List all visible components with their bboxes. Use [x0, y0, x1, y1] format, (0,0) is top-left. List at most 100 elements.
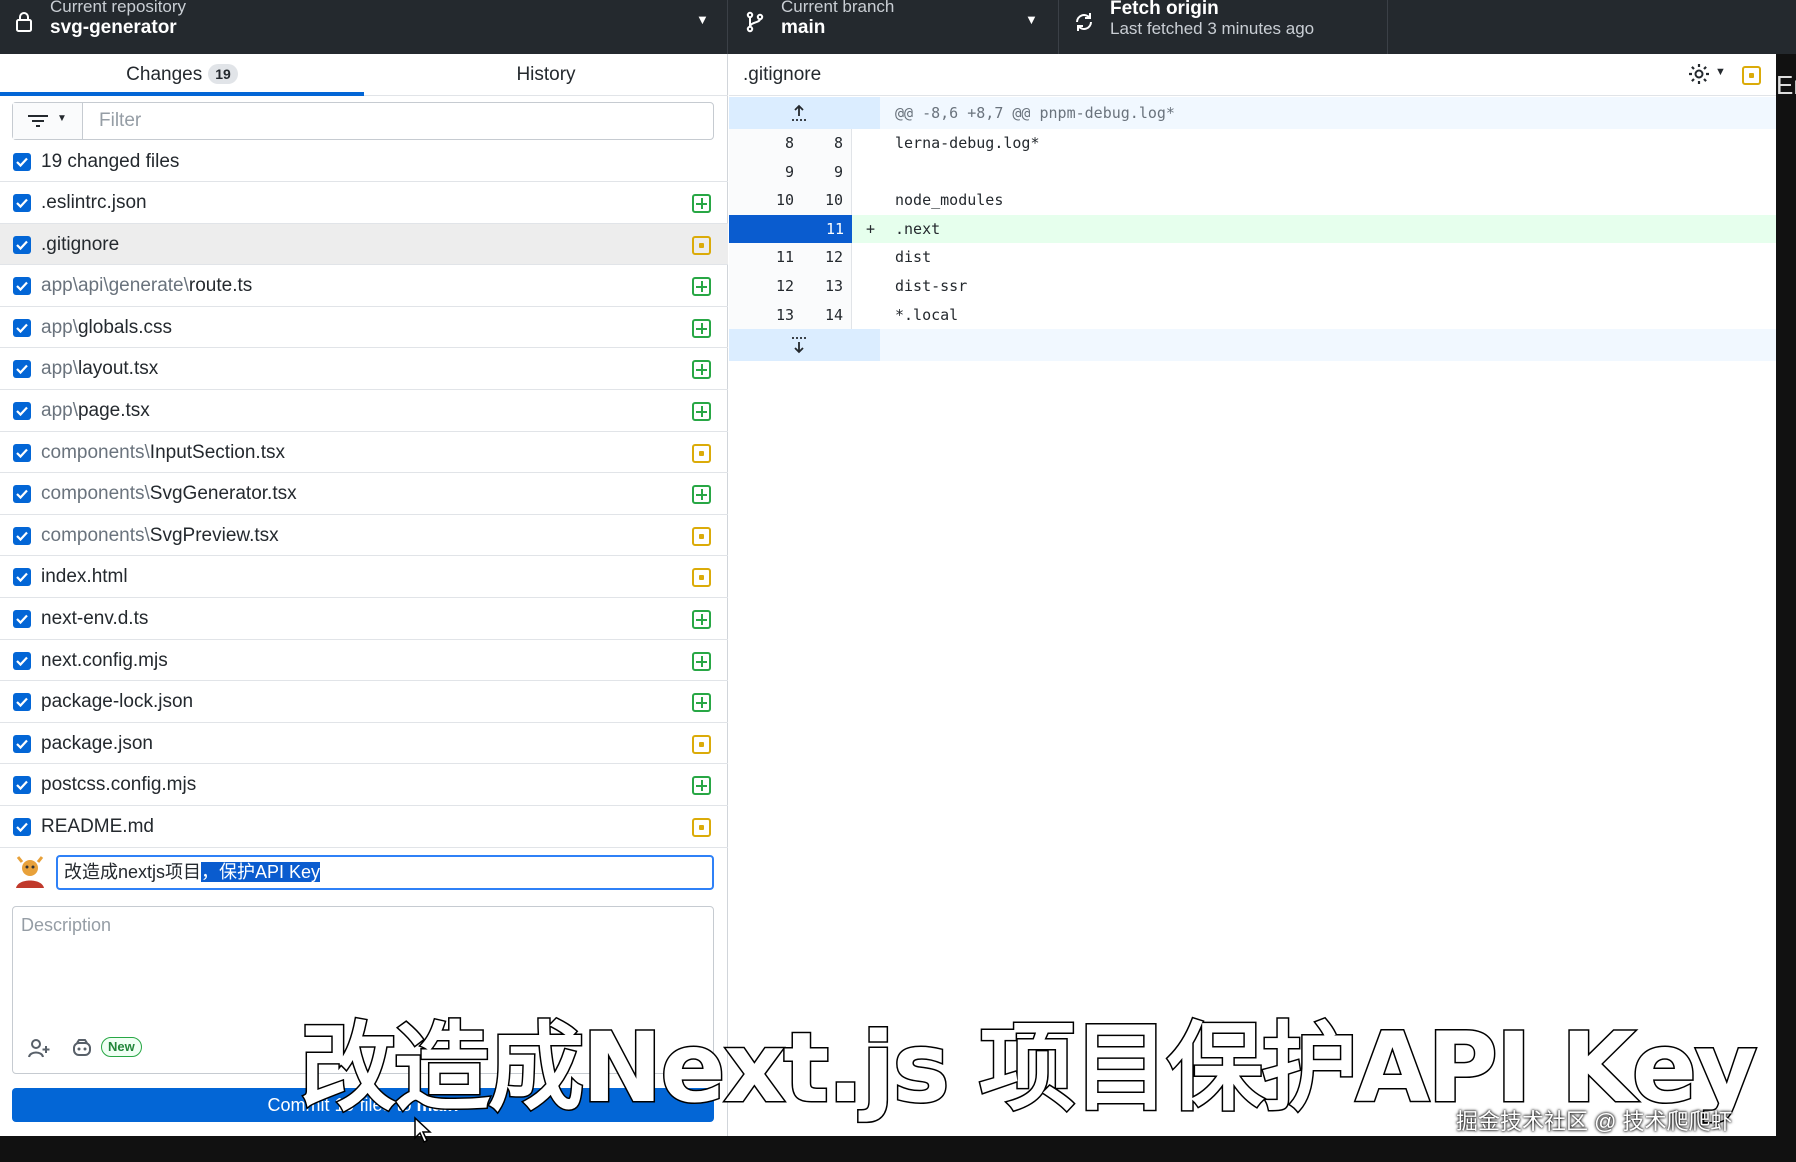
file-checkbox[interactable] [13, 776, 31, 795]
modified-status-icon [692, 817, 711, 837]
file-name: package.json [41, 732, 153, 754]
file-checkbox[interactable] [13, 318, 31, 337]
file-row[interactable]: components\InputSection.tsx [0, 432, 728, 474]
avatar [16, 856, 44, 888]
added-status-icon [692, 693, 711, 713]
copilot-icon[interactable] [71, 1037, 93, 1059]
file-checkbox[interactable] [13, 609, 31, 628]
diff-line-context[interactable]: 12 13 dist-ssr [729, 271, 1776, 301]
fetch-title: Fetch origin [1110, 0, 1219, 19]
file-checkbox[interactable] [13, 443, 31, 462]
file-row[interactable]: README.md [0, 806, 728, 848]
description-placeholder: Description [21, 915, 112, 935]
file-name: SvgGenerator.tsx [149, 483, 297, 505]
diff-line-context[interactable]: 11 12 dist [729, 243, 1776, 272]
file-checkbox[interactable] [13, 277, 31, 296]
commit-summary-input[interactable]: 改造成nextjs项目，保护API Key [56, 855, 714, 890]
diff-line-context[interactable]: 99 [729, 157, 1776, 187]
line-select-gutter[interactable] [729, 186, 751, 215]
file-row[interactable]: index.html [0, 556, 728, 598]
file-checkbox[interactable] [13, 401, 31, 420]
select-all-row[interactable]: 19 changed files [0, 142, 728, 182]
file-row[interactable]: package-lock.json [0, 681, 728, 723]
add-coauthor-icon[interactable] [27, 1037, 51, 1059]
old-line-number: 13 [751, 300, 802, 330]
diff-line-text: *.local [895, 305, 959, 324]
diff-line-context[interactable]: 10 10 node_modules [729, 186, 1776, 215]
filter-options-button[interactable]: ▼ [13, 103, 83, 139]
gear-icon[interactable] [1687, 62, 1711, 86]
line-select-gutter[interactable] [729, 271, 751, 301]
modified-status-icon [692, 235, 711, 255]
file-row[interactable]: next-env.d.ts [0, 598, 728, 640]
current-branch-button[interactable]: Current branch main ▼ [729, 0, 1059, 54]
line-select-gutter[interactable] [729, 157, 751, 187]
file-row[interactable]: components\SvgPreview.tsx [0, 515, 728, 557]
file-checkbox[interactable] [13, 194, 31, 212]
branch-name: main [781, 17, 826, 38]
file-name: route.ts [188, 275, 253, 297]
fetch-origin-button[interactable]: Fetch origin Last fetched 3 minutes ago [1060, 0, 1388, 54]
file-checkbox[interactable] [13, 360, 31, 379]
diff-line-context[interactable]: 8 8 lerna-debug.log* [729, 129, 1776, 158]
filter-input[interactable] [85, 103, 713, 139]
line-select-gutter[interactable] [729, 243, 751, 272]
added-status-icon [692, 194, 711, 213]
file-row[interactable]: app\layout.tsx [0, 348, 728, 390]
modified-status-icon [692, 734, 711, 754]
file-row[interactable]: components\SvgGenerator.tsx [0, 473, 728, 515]
sidebar-tabs: Changes 19 History [0, 54, 728, 96]
check-icon [16, 157, 28, 168]
new-line-number: 12 [802, 243, 852, 272]
line-select-gutter[interactable] [729, 129, 751, 158]
branch-label: Current branch [781, 0, 895, 16]
file-row[interactable]: .eslintrc.json [0, 182, 728, 224]
changes-sidebar: Changes19 History ▼ 19 changed files .es… [0, 54, 728, 1136]
file-checkbox[interactable] [13, 693, 31, 712]
file-row[interactable]: package.json [0, 723, 728, 765]
diff-view: @@ -8,6 +8,7 @@ pnpm-debug.log* 8 8 lerna-… [729, 97, 1776, 362]
check-icon [16, 781, 28, 791]
line-select-gutter[interactable] [729, 214, 751, 244]
file-checkbox[interactable] [13, 235, 31, 254]
file-name: .eslintrc.json [41, 192, 147, 213]
file-dir: components\ [41, 483, 150, 505]
diff-header: .gitignore ▼ [729, 54, 1776, 96]
file-checkbox[interactable] [13, 651, 31, 670]
tab-changes[interactable]: Changes 19 [0, 54, 364, 96]
diff-line-context[interactable]: 13 14 *.local [729, 300, 1776, 330]
current-repository-button[interactable]: Current repository svg-generator ▼ [0, 0, 728, 54]
diff-line-added[interactable]: 11 + .next [729, 214, 1776, 244]
file-checkbox[interactable] [13, 734, 31, 753]
file-row[interactable]: app\globals.css [0, 307, 728, 349]
file-row[interactable]: next.config.mjs [0, 640, 728, 682]
hunk-footer-row [729, 329, 1776, 362]
tab-history[interactable]: History [364, 54, 728, 96]
file-path: package-lock.json [41, 681, 193, 722]
lock-icon [16, 12, 32, 32]
file-row[interactable]: app\page.tsx [0, 390, 728, 432]
file-dir: app\ [41, 399, 78, 421]
expand-down-button[interactable] [729, 329, 880, 362]
file-dir: app\ [41, 358, 78, 380]
file-path: .eslintrc.json [41, 182, 147, 223]
file-path: index.html [41, 556, 128, 597]
file-checkbox[interactable] [13, 526, 31, 545]
file-checkbox[interactable] [13, 817, 31, 836]
file-row[interactable]: postcss.config.mjs [0, 764, 728, 806]
file-checkbox[interactable] [13, 568, 31, 587]
select-all-checkbox[interactable] [13, 153, 31, 171]
file-dir: components\ [41, 441, 150, 463]
file-row[interactable]: app\api\generate\route.ts [0, 265, 728, 307]
check-icon [16, 489, 28, 500]
line-select-gutter[interactable] [729, 300, 751, 330]
chevron-down-icon[interactable]: ▼ [1715, 66, 1726, 78]
file-path: package.json [41, 723, 153, 764]
expand-up-button[interactable] [729, 97, 880, 129]
added-status-icon [692, 360, 711, 380]
file-name: layout.tsx [77, 358, 159, 380]
check-icon [16, 406, 28, 417]
file-checkbox[interactable] [13, 485, 31, 504]
file-row[interactable]: .gitignore [0, 223, 728, 266]
expand-up-icon [792, 104, 806, 121]
